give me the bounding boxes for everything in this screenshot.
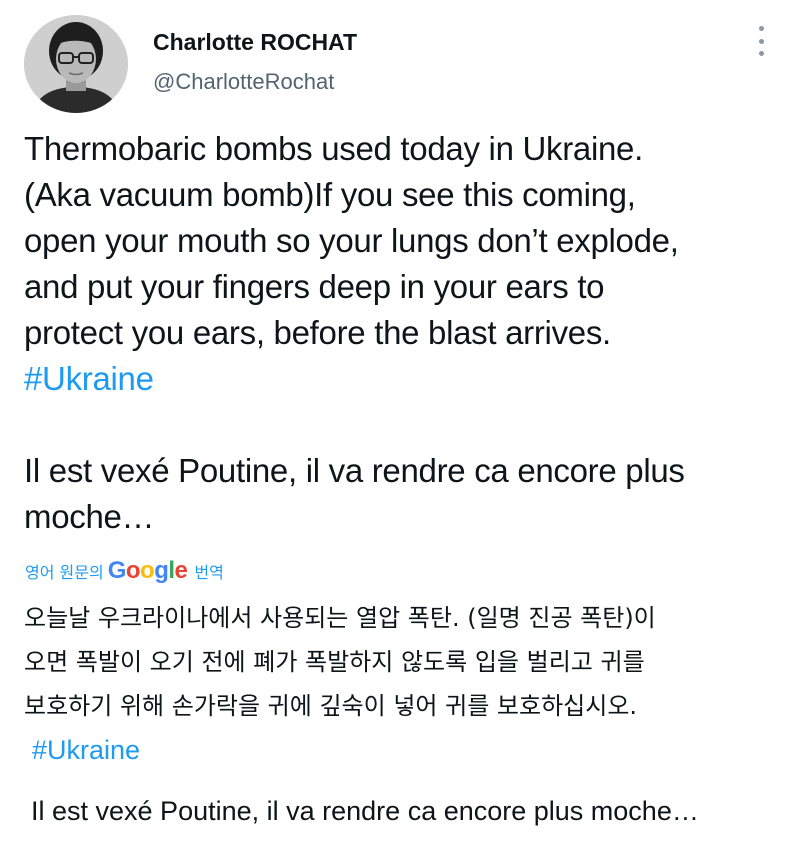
- google-logo: Google: [108, 557, 188, 585]
- tweet-text-line: and put your fingers deep in your ears t…: [24, 268, 605, 305]
- translated-text-line: 보호하기 위해 손가락을 귀에 깊숙이 넣어 귀를 보호하십시오.: [24, 692, 638, 720]
- translate-suffix: 번역: [194, 563, 224, 582]
- tweet-text-line: Il est vexé Poutine, il va rendre ca enc…: [24, 452, 685, 489]
- translated-french-text: Il est vexé Poutine, il va rendre ca enc…: [31, 796, 699, 826]
- tweet-text-line: protect you ears, before the blast arriv…: [24, 314, 611, 351]
- tweet-text-line: Thermobaric bombs used today in Ukraine.: [24, 130, 643, 167]
- google-letter: g: [154, 557, 169, 584]
- tweet-card: Charlotte ROCHAT @CharlotteRochat Thermo…: [0, 0, 800, 863]
- avatar[interactable]: [24, 15, 128, 113]
- author-display-name[interactable]: Charlotte ROCHAT: [153, 29, 357, 56]
- hashtag-link[interactable]: #Ukraine: [24, 356, 784, 402]
- translate-by-google-link[interactable]: 영어 원문의 Google 번역: [25, 556, 224, 586]
- more-options-icon[interactable]: [748, 26, 774, 56]
- google-letter: o: [125, 557, 141, 584]
- tweet-text-line: moche…: [24, 498, 155, 535]
- menu-dot: [758, 38, 764, 44]
- tweet-text-line: open your mouth so your lungs don’t expl…: [24, 222, 679, 259]
- translate-prefix: 영어 원문의: [25, 563, 104, 582]
- google-letter: o: [140, 557, 155, 584]
- menu-dot: [758, 26, 764, 31]
- translated-hashtag-link[interactable]: #Ukraine: [24, 728, 794, 772]
- tweet-text-line: (Aka vacuum bomb)If you see this coming,: [24, 176, 636, 213]
- profile-photo-icon: [24, 15, 128, 113]
- author-handle[interactable]: @CharlotteRochat: [153, 69, 334, 95]
- tweet-text: Thermobaric bombs used today in Ukraine.…: [24, 126, 784, 402]
- translated-text-line: 오면 폭발이 오기 전에 폐가 폭발하지 않도록 입을 벌리고 귀를: [24, 648, 645, 676]
- tweet-french-text: Il est vexé Poutine, il va rendre ca enc…: [24, 448, 784, 540]
- google-letter: e: [174, 557, 188, 584]
- google-letter: G: [107, 557, 127, 584]
- translated-text: 오늘날 우크라이나에서 사용되는 열압 폭탄. (일명 진공 폭탄)이 오면 폭…: [24, 596, 794, 772]
- menu-dot: [758, 51, 764, 56]
- translated-text-line: 오늘날 우크라이나에서 사용되는 열압 폭탄. (일명 진공 폭탄)이: [24, 604, 656, 632]
